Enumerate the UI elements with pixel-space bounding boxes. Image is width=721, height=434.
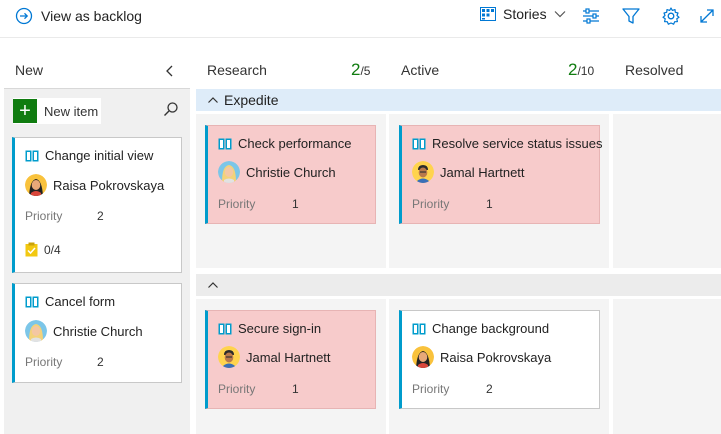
- priority-label: Priority: [412, 382, 450, 396]
- card-title: Secure sign-in: [218, 321, 321, 336]
- card-title: Resolve service status issues: [412, 136, 603, 151]
- book-icon: [412, 138, 426, 150]
- card-assignee: Jamal Hartnett: [412, 161, 525, 183]
- assignee-name: Raisa Pokrovskaya: [53, 177, 165, 193]
- card-title-text: Secure sign-in: [238, 321, 322, 336]
- assignee-name: Jamal Hartnett: [440, 164, 525, 180]
- card-assignee: Christie Church: [25, 320, 143, 342]
- priority-label: Priority: [412, 197, 450, 211]
- book-icon: [412, 323, 426, 335]
- chevron-up-icon[interactable]: [207, 95, 219, 105]
- swimlane-default-header[interactable]: [196, 274, 721, 296]
- avatar: [25, 174, 47, 196]
- column-header-resolved: Resolved: [625, 62, 684, 78]
- card-assignee: Raisa Pokrovskaya: [412, 346, 551, 368]
- card-title-text: Change background: [432, 321, 550, 336]
- swimlane-expedite-header[interactable]: Expedite: [196, 89, 721, 111]
- column-header-active: Active: [401, 62, 440, 78]
- divider: [4, 88, 190, 89]
- avatar: [412, 161, 434, 183]
- card-title-text: Resolve service status issues: [432, 136, 603, 151]
- assignee-name: Jamal Hartnett: [246, 349, 331, 365]
- column-header-research: Research: [207, 62, 267, 78]
- card-tasks: 0/4: [25, 242, 61, 257]
- search-icon[interactable]: [163, 101, 179, 117]
- card-change-background[interactable]: Change background Raisa Pokrovskaya Prio…: [399, 310, 600, 409]
- assignee-name: Christie Church: [246, 164, 336, 180]
- new-item-label: New item: [44, 103, 99, 119]
- card-title-text: Cancel form: [45, 294, 116, 309]
- card-title: Check performance: [218, 136, 351, 151]
- plus-icon: +: [13, 99, 37, 123]
- work-item-type-label: Stories: [503, 6, 547, 22]
- gear-icon[interactable]: [661, 6, 681, 26]
- new-item-button[interactable]: + New item: [13, 98, 101, 124]
- priority-value: 1: [292, 382, 299, 396]
- card-assignee: Raisa Pokrovskaya: [25, 174, 164, 196]
- swimlane-label: Expedite: [224, 92, 279, 108]
- card-title: Change background: [412, 321, 549, 336]
- priority-value: 1: [292, 197, 299, 211]
- card-assignee: Christie Church: [218, 161, 336, 183]
- card-title: Change initial view: [25, 148, 153, 163]
- cell-expedite-resolved: [613, 114, 721, 268]
- book-icon: [25, 150, 39, 162]
- priority-label: Priority: [218, 197, 256, 211]
- card-resolve-service-status-issues[interactable]: Resolve service status issues Jamal Hart…: [399, 125, 603, 224]
- card-title: Cancel form: [25, 294, 115, 309]
- chevron-up-icon[interactable]: [207, 280, 219, 290]
- chevron-down-icon: [554, 11, 566, 18]
- avatar: [218, 161, 240, 183]
- book-icon: [218, 323, 232, 335]
- avatar: [412, 346, 434, 368]
- column-header-new: New: [15, 62, 44, 78]
- priority-value: 2: [486, 382, 493, 396]
- priority-label: Priority: [218, 382, 256, 396]
- chevron-left-icon[interactable]: [163, 64, 177, 78]
- card-assignee: Jamal Hartnett: [218, 346, 331, 368]
- work-item-type-dropdown[interactable]: Stories: [480, 6, 566, 22]
- card-secure-sign-in[interactable]: Secure sign-in Jamal Hartnett Priority 1: [205, 310, 376, 409]
- priority-value: 1: [486, 197, 493, 211]
- avatar: [25, 320, 47, 342]
- card-cancel-form[interactable]: Cancel form Christie Church Priority 2: [12, 283, 182, 383]
- priority-value: 2: [97, 355, 104, 369]
- card-check-performance[interactable]: Check performance Christie Church Priori…: [205, 125, 376, 224]
- research-wip-count: 2/5: [351, 60, 370, 80]
- priority-label: Priority: [25, 355, 63, 369]
- settings-sliders-icon[interactable]: [581, 6, 601, 26]
- priority-label: Priority: [25, 209, 63, 223]
- cell-default-resolved: [613, 299, 721, 434]
- avatar: [218, 346, 240, 368]
- top-toolbar: View as backlog Stories: [0, 0, 721, 38]
- board-icon: [480, 7, 496, 21]
- book-icon: [218, 138, 232, 150]
- card-title-text: Change initial view: [45, 148, 154, 163]
- expand-icon[interactable]: [697, 6, 717, 26]
- active-wip-limit: /10: [577, 64, 595, 78]
- view-as-backlog-link[interactable]: View as backlog: [15, 7, 142, 25]
- card-title-text: Check performance: [238, 136, 352, 151]
- clipboard-check-icon: [25, 242, 38, 257]
- assignee-name: Raisa Pokrovskaya: [440, 349, 552, 365]
- book-icon: [25, 296, 39, 308]
- assignee-name: Christie Church: [53, 323, 143, 339]
- back-label: View as backlog: [41, 8, 142, 24]
- filter-icon[interactable]: [621, 6, 641, 26]
- priority-value: 2: [97, 209, 104, 223]
- task-count: 0/4: [44, 242, 61, 257]
- card-change-initial-view[interactable]: Change initial view Raisa Pokrovskaya Pr…: [12, 137, 182, 273]
- active-wip-count: 2/10: [568, 60, 594, 80]
- arrow-circle-right-icon: [15, 7, 33, 25]
- research-wip-limit: /5: [360, 64, 371, 78]
